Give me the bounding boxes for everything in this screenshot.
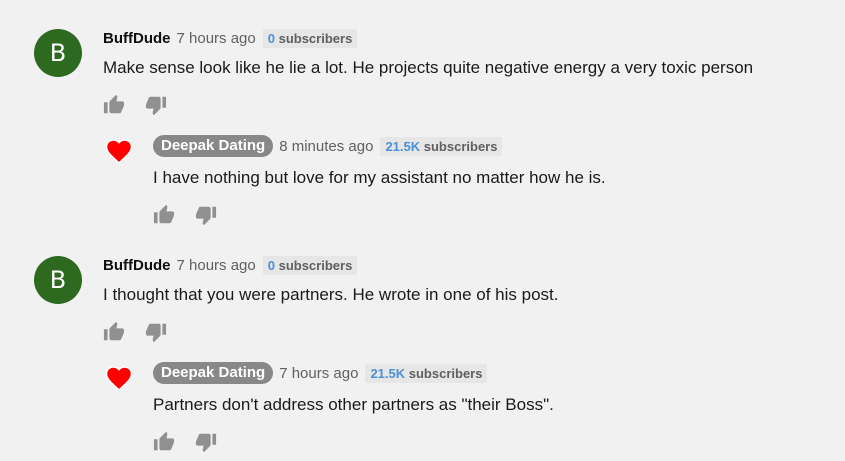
comment-author[interactable]: BuffDude — [103, 30, 171, 47]
reply-author-pill[interactable]: Deepak Dating — [153, 362, 274, 384]
reply-text: I have nothing but love for my assistant… — [153, 168, 606, 187]
subscriber-count: 21.5K — [385, 138, 421, 154]
reply-author-pill[interactable]: Deepak Dating — [153, 135, 274, 157]
subscriber-badge: 0 subscribers — [262, 29, 358, 48]
reply-actions — [153, 431, 217, 453]
reply-header: Deepak Dating 7 hours ago 21.5K subscrib… — [153, 362, 488, 384]
comment-header: BuffDude 7 hours ago 0 subscribers — [103, 29, 358, 48]
subscriber-label: subscribers — [278, 258, 353, 273]
thumbs-down-icon[interactable] — [195, 431, 217, 453]
comment-author[interactable]: BuffDude — [103, 257, 171, 274]
comment-time[interactable]: 7 hours ago — [177, 257, 256, 274]
heart-icon — [105, 366, 133, 391]
thumbs-down-icon[interactable] — [145, 321, 167, 343]
avatar-letter: B — [49, 39, 67, 67]
avatar[interactable]: B — [34, 256, 82, 304]
reply-time[interactable]: 8 minutes ago — [279, 138, 373, 155]
thumbs-up-icon[interactable] — [103, 321, 125, 343]
reply-actions — [153, 204, 217, 226]
comment-text: I thought that you were partners. He wro… — [103, 285, 559, 304]
comment-actions — [103, 94, 167, 116]
comment-time[interactable]: 7 hours ago — [177, 30, 256, 47]
subscriber-badge: 21.5K subscribers — [380, 136, 503, 156]
comment-text: Make sense look like he lie a lot. He pr… — [103, 58, 754, 77]
heart-icon — [105, 139, 133, 164]
subscriber-count: 21.5K — [370, 365, 406, 381]
subscriber-badge: 0 subscribers — [262, 256, 358, 275]
subscriber-label: subscribers — [278, 31, 353, 46]
thumbs-up-icon[interactable] — [153, 204, 175, 226]
thumbs-down-icon[interactable] — [195, 204, 217, 226]
reply-text: Partners don't address other partners as… — [153, 395, 554, 414]
subscriber-badge: 21.5K subscribers — [365, 363, 488, 383]
subscriber-count: 0 — [267, 258, 275, 273]
comment-actions — [103, 321, 167, 343]
avatar[interactable]: B — [34, 29, 82, 77]
thumbs-up-icon[interactable] — [103, 94, 125, 116]
thumbs-up-icon[interactable] — [153, 431, 175, 453]
subscriber-count: 0 — [267, 31, 275, 46]
reply-header: Deepak Dating 8 minutes ago 21.5K subscr… — [153, 135, 503, 157]
avatar-letter: B — [49, 266, 67, 294]
subscriber-label: subscribers — [423, 138, 498, 154]
subscriber-label: subscribers — [408, 365, 483, 381]
comment-header: BuffDude 7 hours ago 0 subscribers — [103, 256, 358, 275]
thumbs-down-icon[interactable] — [145, 94, 167, 116]
reply-time[interactable]: 7 hours ago — [279, 365, 358, 382]
